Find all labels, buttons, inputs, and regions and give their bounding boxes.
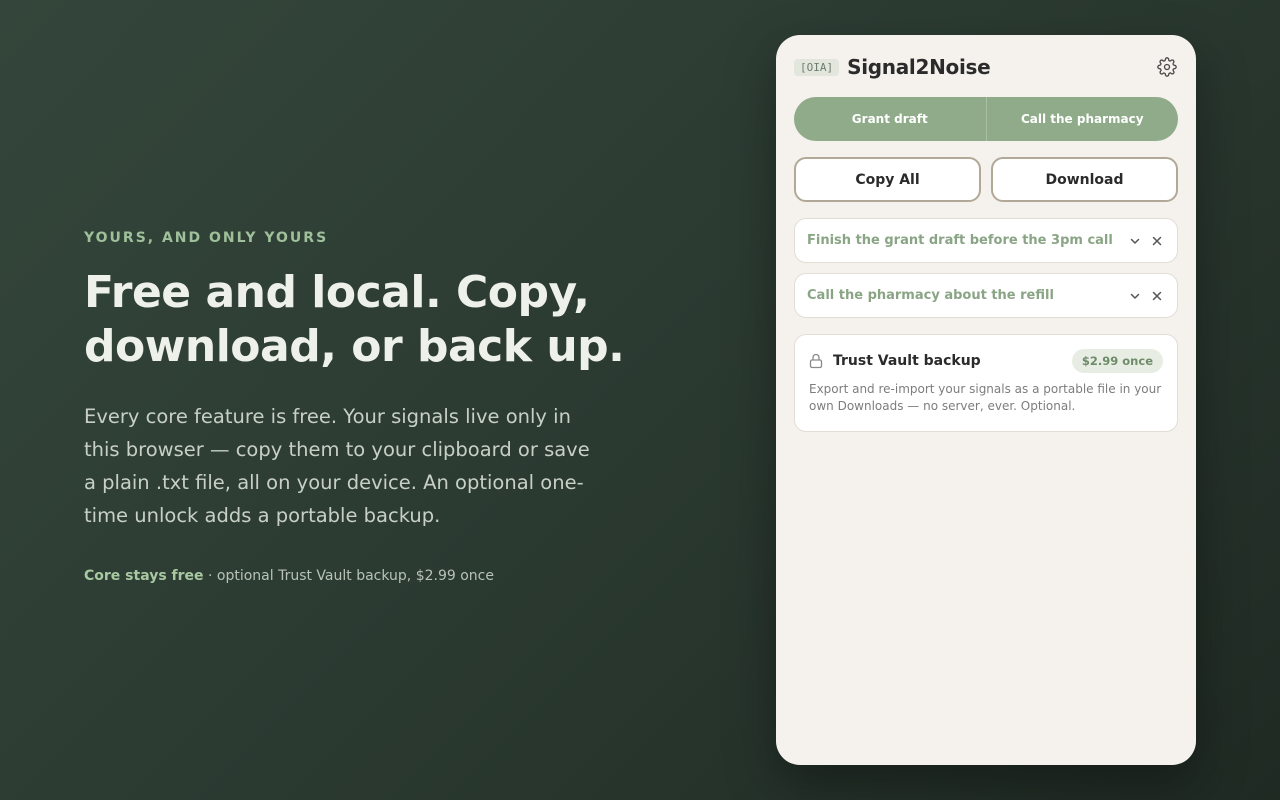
panel-header: [OIA] Signal2Noise: [794, 53, 1178, 81]
footnote-strong: Core stays free: [84, 568, 204, 584]
chevron-down-icon[interactable]: [1127, 233, 1143, 249]
price-badge: $2.99 once: [1071, 349, 1163, 373]
chevron-down-icon[interactable]: [1127, 288, 1143, 304]
hero-headline: Free and local. Copy, download, or back …: [84, 267, 625, 372]
hero-eyebrow: YOURS, AND ONLY YOURS: [84, 230, 329, 246]
signal-text: Call the pharmacy about the refill: [807, 288, 1054, 303]
close-icon[interactable]: [1149, 288, 1165, 304]
footnote-rest: · optional Trust Vault backup, $2.99 onc…: [203, 568, 494, 584]
segment-call-pharmacy[interactable]: Call the pharmacy: [985, 97, 1179, 141]
extension-panel: [OIA] Signal2Noise Grant draft Call the …: [776, 35, 1196, 765]
app-tag: [OIA]: [794, 58, 840, 76]
trust-vault-card[interactable]: Trust Vault backup $2.99 once Export and…: [794, 334, 1178, 432]
close-icon[interactable]: [1149, 233, 1165, 249]
vault-title: Trust Vault backup: [833, 353, 981, 369]
lock-icon: [809, 352, 825, 370]
vault-description: Export and re-import your signals as a p…: [809, 382, 1162, 413]
signal-item[interactable]: Call the pharmacy about the refill: [794, 273, 1178, 318]
download-button[interactable]: Download: [991, 157, 1178, 202]
gear-icon[interactable]: [1156, 56, 1178, 78]
signal-segmented-control: Grant draft Call the pharmacy: [794, 97, 1178, 141]
hero-section: YOURS, AND ONLY YOURS Free and local. Co…: [84, 230, 644, 584]
app-title: Signal2Noise: [847, 55, 991, 79]
segment-grant-draft[interactable]: Grant draft: [794, 97, 986, 141]
hero-footnote: Core stays free · optional Trust Vault b…: [84, 568, 644, 584]
hero-body: Every core feature is free. Your signals…: [84, 405, 590, 527]
signal-item[interactable]: Finish the grant draft before the 3pm ca…: [794, 218, 1178, 263]
signal-text: Finish the grant draft before the 3pm ca…: [807, 233, 1113, 248]
action-buttons: Copy All Download: [794, 157, 1178, 202]
vault-header: Trust Vault backup $2.99 once: [809, 349, 1163, 373]
copy-all-button[interactable]: Copy All: [794, 157, 981, 202]
